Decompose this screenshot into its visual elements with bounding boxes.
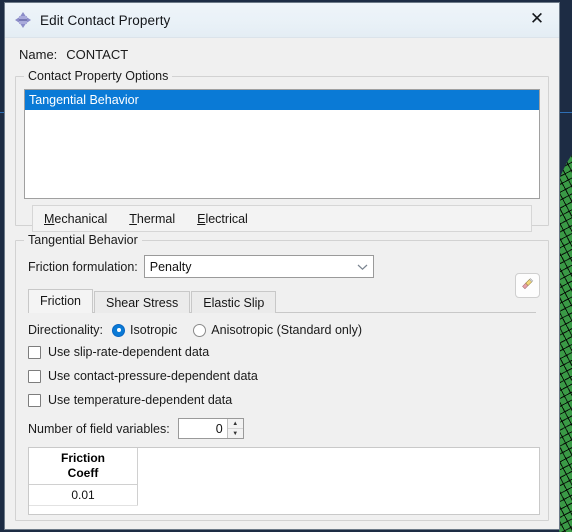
menu-mnemonic-thermal: T — [129, 211, 137, 226]
contact-property-options-group: Contact Property Options Tangential Beha… — [15, 69, 549, 298]
checkbox-row-temperature[interactable]: Use temperature-dependent data — [28, 388, 540, 412]
tab-elastic-slip[interactable]: Elastic Slip — [191, 291, 277, 313]
directionality-row: Directionality: Isotropic Anisotropic (S… — [28, 323, 540, 337]
column-header-line2: Coeff — [67, 466, 99, 480]
friction-formulation-value: Penalty — [149, 259, 192, 274]
dialog-body: Name: CONTACT Contact Property Options T… — [5, 38, 559, 529]
field-variables-row: Number of field variables: 0 ▲ ▼ — [28, 418, 540, 439]
behavior-tabs: Friction Shear Stress Elastic Slip — [28, 289, 540, 313]
name-row: Name: CONTACT — [15, 38, 549, 70]
friction-tab-panel: Directionality: Isotropic Anisotropic (S… — [24, 313, 540, 515]
menu-mnemonic-mechanical: M — [44, 211, 55, 226]
checkbox-contact-pressure-label: Use contact-pressure-dependent data — [48, 369, 258, 383]
name-value: CONTACT — [66, 47, 129, 62]
checkbox-row-contact-pressure[interactable]: Use contact-pressure-dependent data — [28, 364, 540, 388]
tab-friction[interactable]: Friction — [28, 289, 93, 313]
field-variables-value[interactable]: 0 — [179, 422, 227, 436]
radio-anisotropic[interactable] — [193, 323, 207, 337]
checkbox-temperature-label: Use temperature-dependent data — [48, 393, 233, 407]
field-variables-stepper-buttons: ▲ ▼ — [226, 419, 243, 438]
friction-coefficient-table: Friction Coeff 0.01 — [29, 448, 138, 506]
friction-formulation-label: Friction formulation: — [28, 259, 138, 274]
property-menu-bar: Mechanical Thermal Electrical — [32, 205, 532, 232]
menu-item-thermal[interactable]: Thermal — [118, 212, 186, 226]
menu-item-electrical[interactable]: Electrical — [186, 212, 259, 226]
chevron-down-icon[interactable] — [354, 258, 371, 275]
directionality-label: Directionality: — [28, 323, 104, 337]
radio-anisotropic-label: Anisotropic (Standard only) — [211, 323, 363, 337]
table-header-row: Friction Coeff — [29, 448, 138, 485]
cell-friction-coeff[interactable]: 0.01 — [29, 484, 138, 506]
dialog-title: Edit Contact Property — [40, 12, 171, 28]
list-item[interactable]: Tangential Behavior — [25, 90, 539, 110]
checkbox-temperature-dependent[interactable] — [28, 393, 41, 407]
tangential-behavior-title: Tangential Behavior — [24, 233, 142, 247]
column-header-friction-coeff: Friction Coeff — [29, 448, 138, 485]
checkbox-row-slip-rate[interactable]: Use slip-rate-dependent data — [28, 340, 540, 364]
menu-item-mechanical[interactable]: Mechanical — [33, 212, 118, 226]
dialog-titlebar[interactable]: Edit Contact Property ✕ — [5, 3, 559, 38]
column-header-line1: Friction — [61, 451, 105, 465]
menu-rest-mechanical: echanical — [54, 211, 108, 226]
tab-shear-stress[interactable]: Shear Stress — [93, 291, 191, 313]
friction-formulation-select[interactable]: Penalty — [143, 255, 374, 278]
checkbox-contact-pressure-dependent[interactable] — [28, 369, 41, 383]
contact-property-options-list[interactable]: Tangential Behavior — [24, 89, 540, 199]
field-variables-stepper[interactable]: 0 ▲ ▼ — [177, 418, 244, 439]
field-variables-label: Number of field variables: — [28, 421, 170, 436]
checkbox-slip-rate-dependent[interactable] — [28, 345, 41, 359]
spinner-up-icon[interactable]: ▲ — [227, 419, 243, 429]
edit-contact-property-dialog: Edit Contact Property ✕ Name: CONTACT Co… — [4, 2, 560, 530]
name-label: Name: — [19, 47, 58, 62]
radio-isotropic-label: Isotropic — [130, 323, 178, 337]
contact-property-options-title: Contact Property Options — [24, 69, 173, 83]
close-icon[interactable]: ✕ — [515, 3, 559, 36]
checkbox-slip-rate-label: Use slip-rate-dependent data — [48, 345, 210, 359]
friction-formulation-row: Friction formulation: Penalty — [28, 255, 540, 278]
spinner-down-icon[interactable]: ▼ — [227, 429, 243, 438]
table-row[interactable]: 0.01 — [29, 484, 138, 506]
friction-coefficient-table-wrapper[interactable]: Friction Coeff 0.01 — [28, 447, 540, 515]
menu-rest-electrical: lectrical — [205, 211, 248, 226]
radio-isotropic[interactable] — [112, 323, 126, 337]
menu-rest-thermal: hermal — [136, 211, 176, 226]
move-diamond-icon — [14, 11, 32, 29]
tangential-behavior-group: Tangential Behavior Friction formulation… — [15, 233, 549, 521]
